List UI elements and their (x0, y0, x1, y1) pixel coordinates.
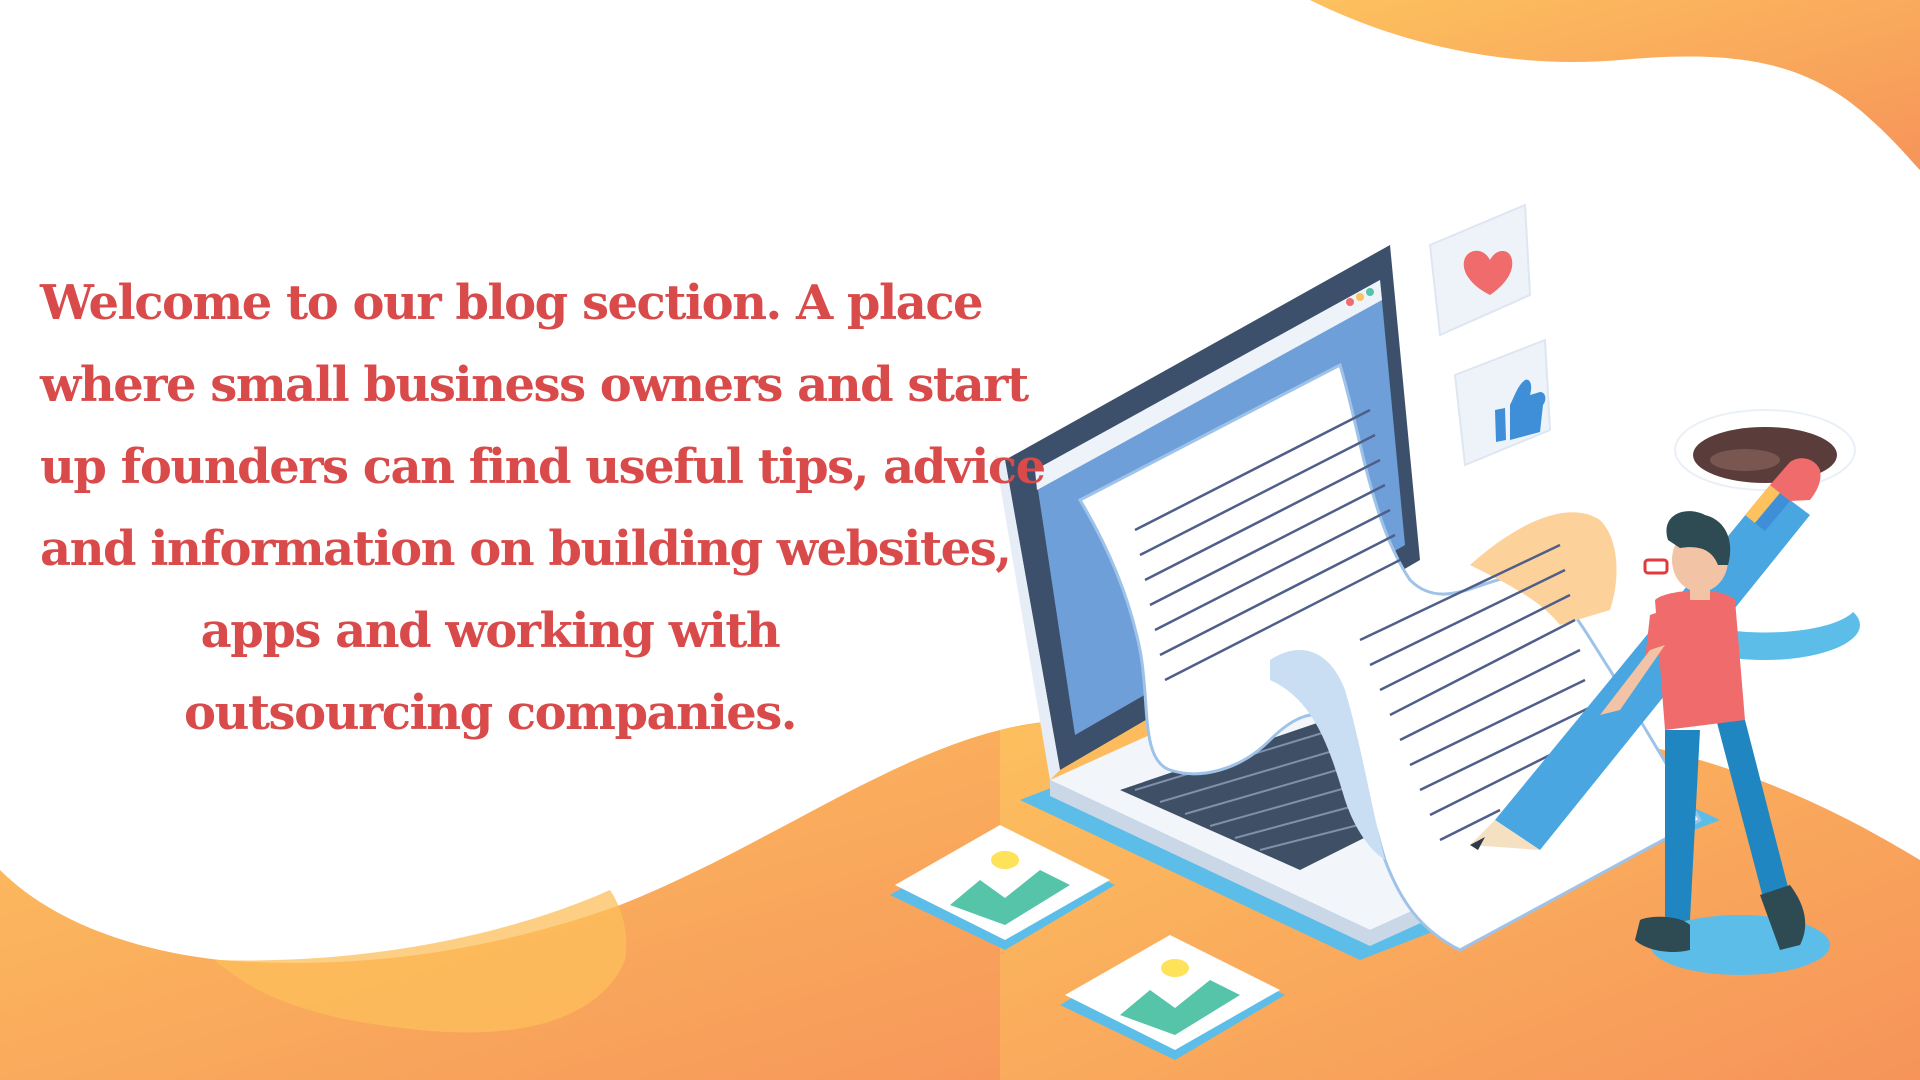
browser-dot-green (1366, 288, 1374, 296)
intro-line: Welcome to our blog section. A place (40, 275, 984, 331)
intro-line: apps and working with (200, 603, 781, 659)
heart-icon (1428, 203, 1532, 337)
browser-dot-red (1346, 298, 1354, 306)
browser-dot-yellow (1356, 293, 1364, 301)
thumbs-up-icon (1453, 338, 1552, 467)
top-wave-shape (1310, 0, 1920, 170)
intro-line: up founders can find useful tips, advice (40, 439, 1046, 495)
intro-line: outsourcing companies. (183, 685, 798, 741)
blog-intro-banner: Welcome to our blog section. A place whe… (0, 0, 1920, 1080)
intro-line: where small business owners and start (40, 357, 1029, 413)
blog-intro-text: Welcome to our blog section. A place whe… (40, 262, 1046, 754)
intro-line: and information on building websites, (40, 521, 1012, 577)
